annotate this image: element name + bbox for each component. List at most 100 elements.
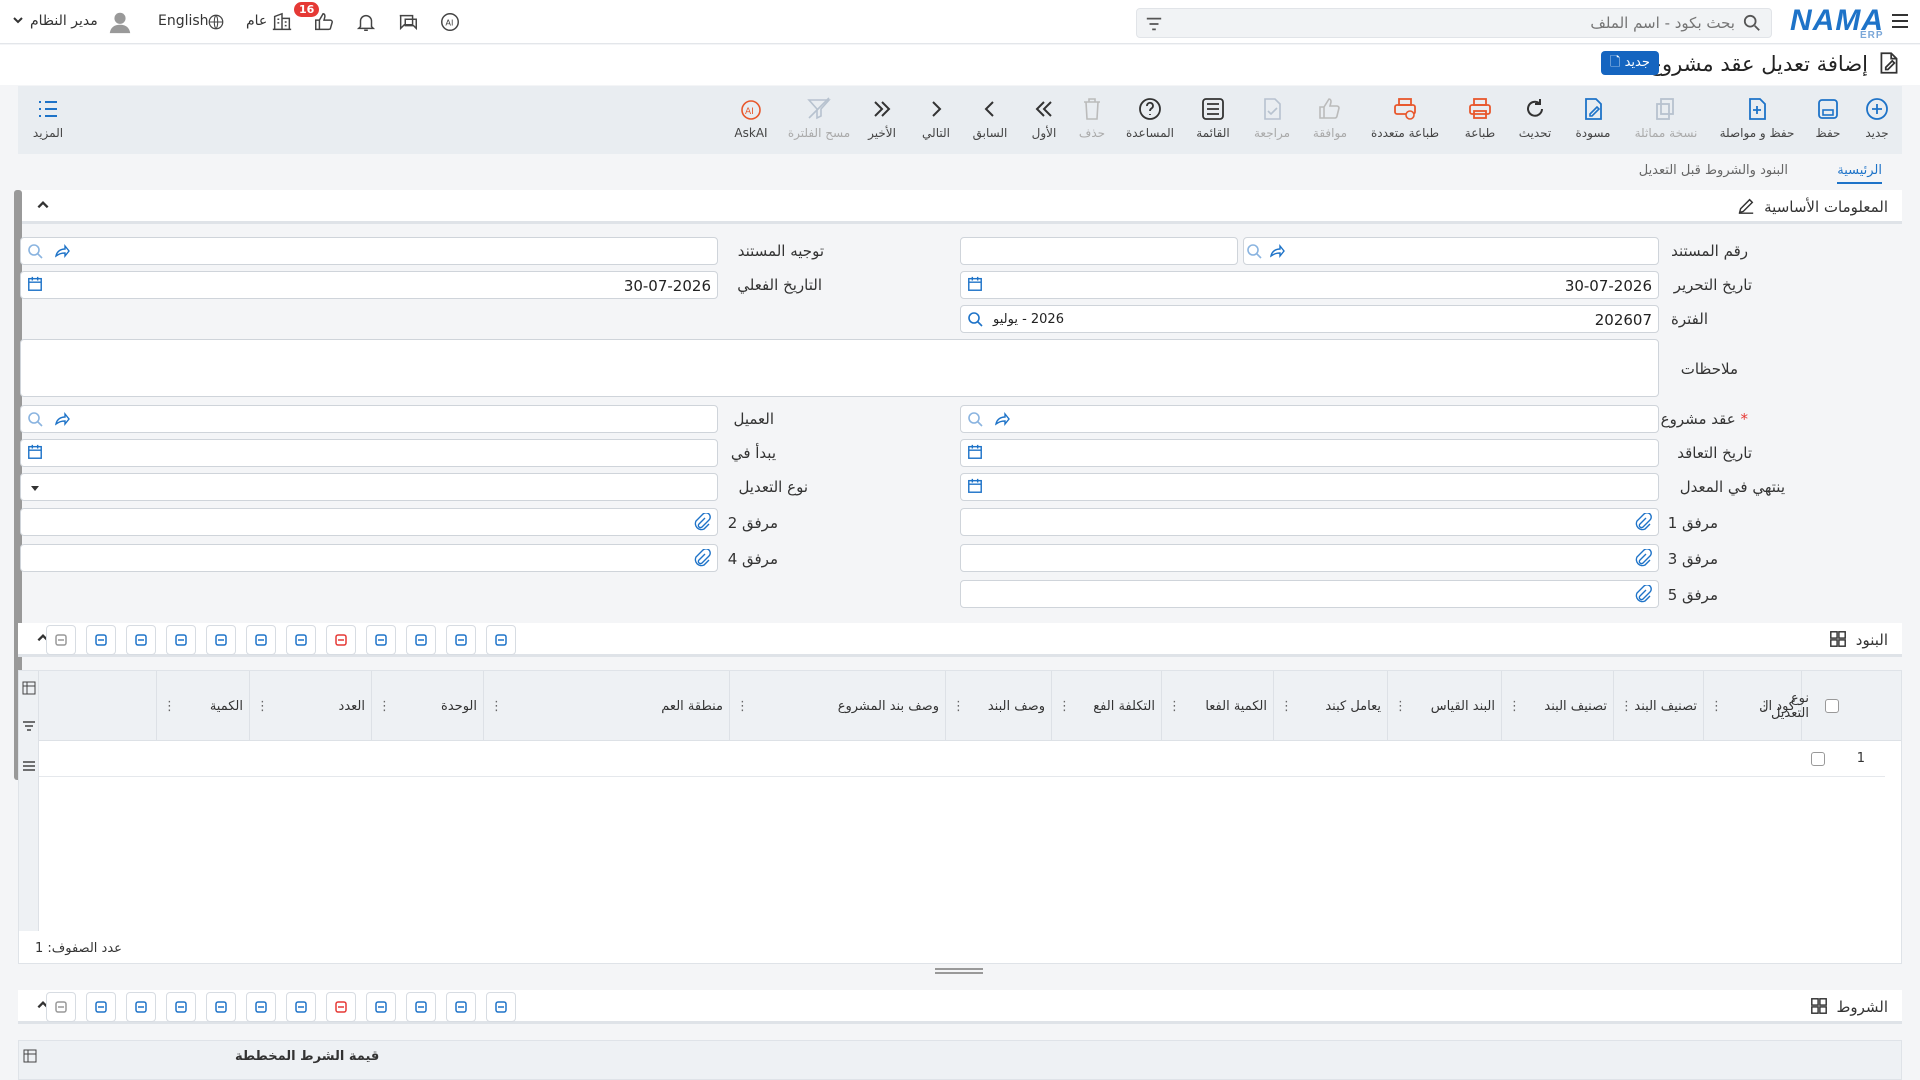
doc-direction-field[interactable] [20, 237, 718, 265]
add-column-icon[interactable] [446, 625, 476, 655]
column-header[interactable]: الوحدة ⋮ [371, 671, 483, 741]
search-input[interactable] [1175, 13, 1735, 33]
clear-filter-icon[interactable] [46, 625, 76, 655]
column-header[interactable]: وصف بند المشروع ⋮ [729, 671, 945, 741]
ai-assistant-icon[interactable]: AI [438, 10, 462, 34]
ai-button[interactable]: AI AskAI [711, 86, 791, 154]
contract-date-field[interactable] [960, 439, 1659, 467]
filter-lines-icon[interactable] [86, 625, 116, 655]
doc-number-field[interactable] [1243, 237, 1659, 265]
lookup-icon[interactable] [967, 410, 985, 428]
layers-icon[interactable] [366, 625, 396, 655]
column-menu-icon[interactable]: ⋮ [1280, 699, 1293, 714]
lookup-icon[interactable] [27, 242, 45, 260]
copy-row-icon[interactable] [406, 625, 436, 655]
column-header[interactable]: نوع التعديل ⋮ [1758, 671, 1815, 741]
share-icon[interactable] [53, 242, 71, 260]
filter-icon[interactable] [22, 719, 36, 737]
tab-main[interactable]: الرئيسية [1837, 163, 1882, 184]
column-menu-icon[interactable]: ⋮ [1620, 699, 1633, 714]
dots-grid-icon[interactable] [166, 992, 196, 1022]
column-menu-icon[interactable]: ⋮ [1710, 699, 1723, 714]
column-header[interactable]: وصف البند ⋮ [945, 671, 1051, 741]
scope-label[interactable]: عام [246, 13, 267, 29]
paperclip-icon[interactable] [1634, 512, 1652, 531]
period-field[interactable]: 202607 2026 - يوليو [960, 305, 1659, 333]
column-menu-icon[interactable]: ⋮ [1508, 699, 1521, 714]
save-continue-button[interactable]: حفظ و مواصلة [1717, 86, 1797, 154]
column-header[interactable]: كود ال ⋮ [1703, 671, 1801, 741]
run-icon[interactable] [286, 992, 316, 1022]
amendment-type-select[interactable] [20, 473, 718, 501]
chevron-up-icon[interactable] [36, 198, 50, 216]
more-button[interactable]: المزيد [28, 86, 68, 154]
columns-icon[interactable] [22, 681, 36, 699]
column-menu-icon[interactable]: ⋮ [736, 699, 749, 714]
column-header[interactable]: منطقة العم ⋮ [483, 671, 729, 741]
column-header[interactable]: التكلفة الفع ⋮ [1051, 671, 1161, 741]
column-header[interactable]: الكمية ⋮ [156, 671, 249, 741]
lookup-icon[interactable] [967, 310, 985, 328]
layers-icon[interactable] [366, 992, 396, 1022]
column-menu-icon[interactable]: ⋮ [1058, 699, 1071, 714]
tab-items-before-amendment[interactable]: البنود والشروط قبل التعديل [1639, 163, 1788, 178]
column-menu-icon[interactable]: ⋮ [1394, 699, 1407, 714]
column-menu-icon[interactable]: ⋮ [256, 699, 269, 714]
copy-button[interactable]: نسخة مماثلة [1626, 86, 1706, 154]
clear-filter-icon[interactable] [46, 992, 76, 1022]
column-menu-icon[interactable]: ⋮ [378, 699, 391, 714]
table-insert-icon[interactable] [246, 625, 276, 655]
ends-at-field[interactable] [960, 473, 1659, 501]
language-switch[interactable]: English [158, 13, 209, 29]
global-search[interactable] [1136, 8, 1772, 38]
menu-icon[interactable] [22, 759, 36, 777]
row-checkbox[interactable] [1811, 752, 1825, 766]
building-icon[interactable] [270, 10, 294, 34]
share-icon[interactable] [993, 410, 1011, 428]
column-header[interactable]: تصنيف البند ⋮ [1613, 671, 1703, 741]
expand-icon[interactable] [206, 625, 236, 655]
paperclip-icon[interactable] [1634, 548, 1652, 567]
lookup-icon[interactable] [1246, 242, 1264, 260]
doc-number-suffix-field[interactable] [960, 237, 1238, 265]
project-contract-field[interactable] [960, 405, 1659, 433]
column-menu-icon[interactable]: ⋮ [490, 699, 503, 714]
paperclip-icon[interactable] [693, 548, 711, 567]
run-icon[interactable] [286, 625, 316, 655]
move-icon[interactable] [126, 625, 156, 655]
share-icon[interactable] [1268, 242, 1286, 260]
clear-filter-button[interactable]: مسح الفلترة [779, 86, 859, 154]
chevron-down-icon[interactable] [12, 14, 24, 30]
table-insert-icon[interactable] [246, 992, 276, 1022]
copy-row-icon[interactable] [406, 992, 436, 1022]
save-button[interactable]: حفظ [1788, 86, 1868, 154]
move-icon[interactable] [126, 992, 156, 1022]
expand-icon[interactable] [206, 992, 236, 1022]
delete-row-icon[interactable] [326, 625, 356, 655]
column-menu-icon[interactable]: ⋮ [1168, 699, 1181, 714]
column-header[interactable]: البند القياس ⋮ [1387, 671, 1501, 741]
basic-info-header[interactable]: المعلومات الأساسية [18, 190, 1902, 224]
dots-grid-icon[interactable] [166, 625, 196, 655]
dropdown-arrow-icon[interactable] [29, 482, 41, 498]
paperclip-icon[interactable] [1634, 584, 1652, 603]
starts-at-field[interactable] [20, 439, 718, 467]
grid-search-icon[interactable] [486, 625, 516, 655]
hamburger-menu-icon[interactable] [1890, 11, 1910, 31]
attachment2-field[interactable] [20, 508, 718, 536]
user-name[interactable]: مدير النظام [30, 13, 98, 29]
column-header[interactable]: تصنيف البند ⋮ [1501, 671, 1613, 741]
column-header[interactable]: يعامل كبند ⋮ [1273, 671, 1387, 741]
edit-date-field[interactable]: 30-07-2026 [960, 271, 1659, 299]
notes-textarea[interactable] [20, 339, 1659, 397]
chat-icon[interactable] [396, 10, 420, 34]
row-checkbox-header[interactable] [1825, 699, 1839, 713]
resize-handle[interactable] [935, 968, 983, 974]
items-grid-row[interactable]: 1 [39, 741, 1885, 777]
filter-icon[interactable] [1145, 15, 1163, 37]
filter-lines-icon[interactable] [86, 992, 116, 1022]
add-column-icon[interactable] [446, 992, 476, 1022]
attachment4-field[interactable] [20, 544, 718, 572]
columns-icon[interactable] [23, 1049, 37, 1067]
calendar-icon[interactable] [967, 276, 985, 294]
